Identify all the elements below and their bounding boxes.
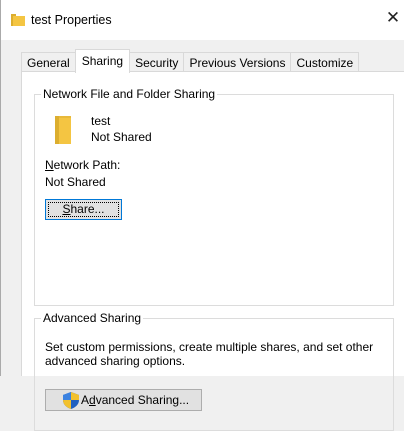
network-path-accelerator: N [45,158,54,172]
network-sharing-legend: Network File and Folder Sharing [41,87,218,101]
share-button-label: hare... [70,202,105,216]
tab-security[interactable]: Security [130,52,184,73]
sharing-panel: Network File and Folder Sharing test Not… [21,71,404,431]
advanced-sharing-label-rest: vanced Sharing... [95,393,190,407]
network-sharing-group: Network File and Folder Sharing test Not… [34,87,394,306]
advanced-sharing-description: Set custom permissions, create multiple … [45,340,374,368]
folder-share-state: Not Shared [91,130,152,144]
folder-name: test [91,114,111,128]
advanced-sharing-label-start: A [81,393,90,407]
title-bar: test Properties ✕ [1,0,404,40]
advanced-sharing-legend: Advanced Sharing [41,311,144,325]
folder-icon [11,14,25,26]
share-button[interactable]: Share... [45,199,122,220]
close-icon: ✕ [385,8,401,27]
folder-icon [55,116,71,144]
properties-dialog: test Properties ✕ General Sharing Securi… [0,0,404,431]
network-path-label-text: etwork Path: [53,158,121,172]
advanced-sharing-label: Advanced Sharing... [81,390,189,410]
advanced-sharing-group: Advanced Sharing Set custom permissions,… [34,311,394,431]
window-title: test Properties [31,13,112,27]
tab-customize[interactable]: Customize [290,52,360,73]
advanced-sharing-accelerator: d [89,393,96,407]
uac-shield-icon [63,392,79,409]
tab-general[interactable]: General [21,52,75,73]
tab-previous-versions[interactable]: Previous Versions [183,52,291,73]
advanced-sharing-button[interactable]: Advanced Sharing... [45,389,202,411]
close-button[interactable]: ✕ [381,4,404,32]
tab-sharing[interactable]: Sharing [74,49,131,73]
network-path-value: Not Shared [45,175,106,189]
network-path-label: Network Path: [45,158,120,172]
tab-strip: General Sharing Security Previous Versio… [21,49,360,73]
